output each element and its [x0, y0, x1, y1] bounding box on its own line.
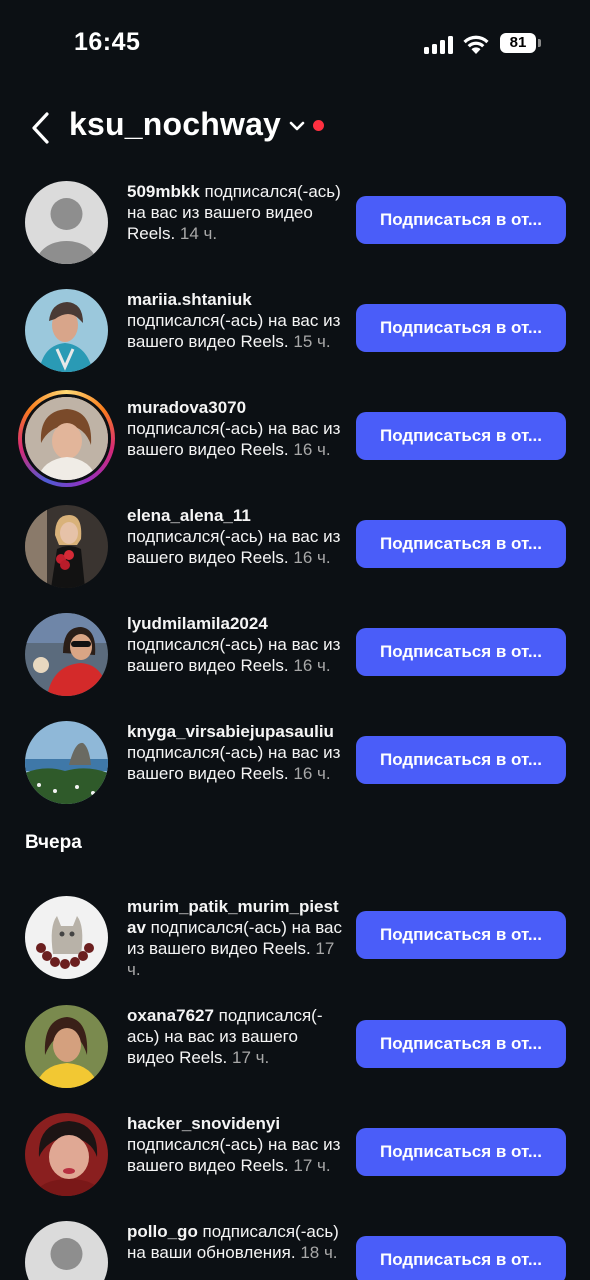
follow-back-button[interactable]: Подписаться в от...: [356, 520, 566, 568]
timestamp: 18 ч.: [295, 1243, 338, 1262]
username-link[interactable]: knyga_virsabiejupasauliu: [127, 722, 334, 741]
profile-photo: [25, 896, 108, 979]
username-link[interactable]: muradova3070: [127, 398, 246, 417]
battery-tip: [538, 39, 541, 47]
follow-back-button[interactable]: Подписаться в от...: [356, 412, 566, 460]
landscape-photo: [25, 721, 108, 804]
notification-text: lyudmilamila2024 подписался(-ась) на вас…: [127, 613, 345, 676]
list-item: knyga_virsabiejupasauliu подписался(-ась…: [0, 713, 590, 817]
profile-photo: [25, 505, 108, 588]
follow-back-button[interactable]: Подписаться в от...: [356, 736, 566, 784]
avatar-story-ring[interactable]: [18, 390, 115, 487]
profile-photo: [25, 1005, 108, 1088]
account-title[interactable]: ksu_nochway: [69, 106, 281, 143]
avatar[interactable]: [25, 289, 108, 372]
follow-back-button[interactable]: Подписаться в от...: [356, 628, 566, 676]
list-item: elena_alena_11 подписался(-ась) на вас и…: [0, 497, 590, 601]
follow-back-button[interactable]: Подписаться в от...: [356, 1128, 566, 1176]
timestamp: 16 ч.: [288, 764, 331, 783]
avatar[interactable]: [25, 181, 108, 264]
username-link[interactable]: pollo_go: [127, 1222, 198, 1241]
avatar[interactable]: [25, 505, 108, 588]
notification-text: hacker_snovidenyi подписался(-ась) на ва…: [127, 1113, 345, 1176]
back-icon[interactable]: [26, 108, 56, 148]
notification-text: elena_alena_11 подписался(-ась) на вас и…: [127, 505, 345, 568]
notifications-screen: 16:45 81 ksu_nochway 509mbkk подписался(…: [0, 0, 590, 1280]
battery-level: 81: [509, 34, 527, 51]
list-item: lyudmilamila2024 подписался(-ась) на вас…: [0, 605, 590, 709]
timestamp: 16 ч.: [288, 656, 331, 675]
list-item: mariia.shtaniuk подписался(-ась) на вас …: [0, 281, 590, 385]
status-bar: 16:45 81: [0, 0, 590, 88]
default-avatar-icon: [25, 181, 108, 264]
notification-text: oxana7627 подписался(-ась) на вас из ваш…: [127, 1005, 345, 1068]
avatar[interactable]: [25, 721, 108, 804]
timestamp: 14 ч.: [175, 224, 218, 243]
follow-back-button[interactable]: Подписаться в от...: [356, 911, 566, 959]
avatar[interactable]: [25, 1221, 108, 1280]
profile-photo: [25, 613, 108, 696]
notification-text: knyga_virsabiejupasauliu подписался(-ась…: [127, 721, 345, 784]
avatar[interactable]: [25, 1113, 108, 1196]
list-item: muradova3070 подписался(-ась) на вас из …: [0, 389, 590, 493]
cellular-signal-icon: [424, 36, 454, 54]
chevron-down-icon[interactable]: [288, 118, 306, 134]
section-heading-yesterday: Вчера: [25, 832, 82, 853]
list-item: hacker_snovidenyi подписался(-ась) на ва…: [0, 1105, 590, 1209]
list-item: pollo_go подписался(-ась) на ваши обновл…: [0, 1213, 590, 1280]
follow-back-button[interactable]: Подписаться в от...: [356, 1020, 566, 1068]
avatar[interactable]: [25, 613, 108, 696]
username-link[interactable]: lyudmilamila2024: [127, 614, 268, 633]
notification-text: 509mbkk подписался(-ась) на вас из вашег…: [127, 181, 345, 244]
profile-photo: [25, 1113, 108, 1196]
follow-back-button[interactable]: Подписаться в от...: [356, 304, 566, 352]
status-time: 16:45: [74, 28, 141, 56]
notification-text: muradova3070 подписался(-ась) на вас из …: [127, 397, 345, 460]
default-avatar-icon: [25, 1221, 108, 1280]
follow-back-button[interactable]: Подписаться в от...: [356, 196, 566, 244]
timestamp: 15 ч.: [288, 332, 331, 351]
list-item: oxana7627 подписался(-ась) на вас из ваш…: [0, 997, 590, 1101]
header: ksu_nochway: [0, 100, 590, 156]
username-link[interactable]: 509mbkk: [127, 182, 200, 201]
avatar[interactable]: [25, 896, 108, 979]
notification-text: mariia.shtaniuk подписался(-ась) на вас …: [127, 289, 345, 352]
notification-text: murim_patik_murim_piestav подписался(-ас…: [127, 896, 345, 980]
battery-icon: 81: [500, 33, 536, 53]
username-link[interactable]: elena_alena_11: [127, 506, 251, 525]
timestamp: 17 ч.: [288, 1156, 331, 1175]
list-item: murim_patik_murim_piestav подписался(-ас…: [0, 888, 590, 992]
notification-text: pollo_go подписался(-ась) на ваши обновл…: [127, 1221, 345, 1263]
wifi-icon: [463, 35, 489, 54]
profile-photo: [25, 397, 108, 480]
username-link[interactable]: mariia.shtaniuk: [127, 290, 252, 309]
username-link[interactable]: hacker_snovidenyi: [127, 1114, 280, 1133]
timestamp: 16 ч.: [288, 548, 331, 567]
list-item: 509mbkk подписался(-ась) на вас из вашег…: [0, 173, 590, 277]
notification-dot: [313, 120, 324, 131]
username-link[interactable]: oxana7627: [127, 1006, 214, 1025]
follow-back-button[interactable]: Подписаться в от...: [356, 1236, 566, 1280]
avatar[interactable]: [25, 1005, 108, 1088]
timestamp: 16 ч.: [288, 440, 331, 459]
profile-photo: [25, 289, 108, 372]
timestamp: 17 ч.: [227, 1048, 270, 1067]
